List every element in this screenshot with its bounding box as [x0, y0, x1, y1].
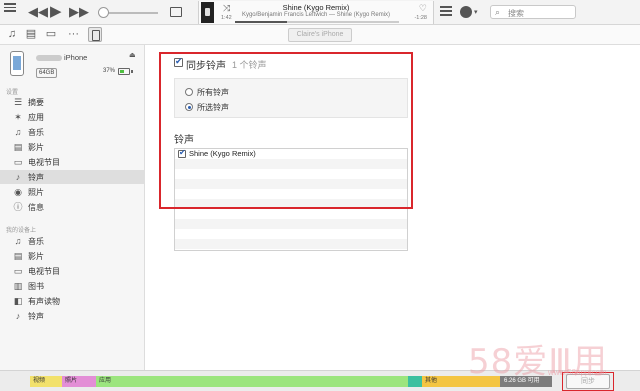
battery-percent: 37% [103, 68, 116, 74]
fast-forward-icon[interactable]: ▶▶ [69, 4, 89, 20]
sidebar-item-label: 有声读物 [28, 297, 60, 306]
sidebar: iPhone ⏏ 64GB 37% 设置 ☰ 摘要 ✶ 应用 ♫ 音乐 ▤ 影片 ▭ 电视节目 ♪ 铃… [0, 45, 145, 370]
table-row [175, 229, 407, 239]
sidebar-item-tv[interactable]: ▭ 电视节目 [0, 264, 145, 278]
music-icon[interactable]: ♫ [6, 29, 18, 40]
bell-icon: ♪ [15, 172, 21, 182]
sidebar-item-bell[interactable]: ♪ 铃声 [0, 309, 145, 323]
sidebar-item-tv[interactable]: ▭ 电视节目 [0, 155, 145, 169]
sidebar-item-music-note[interactable]: ♫ 音乐 [0, 234, 145, 248]
playback-progress[interactable] [235, 21, 399, 23]
sidebar-item-info[interactable]: ⓘ 信息 [0, 200, 145, 214]
sidebar-item-label: 音乐 [28, 237, 44, 246]
main-panel: ✔ 同步铃声 1 个铃声 所有铃声 所选铃声 铃声 ✔ Shine (Kygo R… [146, 45, 640, 370]
sidebar-item-film[interactable]: ▤ 影片 [0, 249, 145, 263]
device-name: iPhone [36, 53, 87, 62]
tv-icon: ▭ [13, 266, 23, 276]
movies-icon[interactable]: ▤ [25, 29, 37, 40]
sidebar-item-label: 图书 [28, 282, 44, 291]
sidebar-item-label: 电视节目 [28, 267, 60, 276]
search-input[interactable]: ⌕ 搜索 [490, 5, 576, 19]
volume-knob[interactable] [98, 7, 109, 18]
camera-icon: ◉ [14, 187, 22, 197]
airplay-icon[interactable] [170, 7, 182, 17]
tv-icon: ▭ [13, 157, 23, 167]
sidebar-item-summary[interactable]: ☰ 摘要 [0, 95, 145, 109]
media-toolbar: ♫ ▤ ▭ ··· Claire's iPhone [0, 25, 640, 45]
device-name-text: iPhone [64, 53, 88, 62]
capacity-segment: 应用 [96, 376, 408, 387]
tv-icon[interactable]: ▭ [45, 29, 57, 40]
capacity-segment [408, 376, 422, 387]
rewind-icon[interactable]: ◀◀ [28, 4, 48, 20]
sidebar-item-label: 铃声 [28, 312, 44, 321]
sidebar-item-bell[interactable]: ♪ 铃声 [0, 170, 145, 184]
sidebar-item-label: 铃声 [28, 173, 44, 182]
capacity-badge: 64GB [36, 68, 58, 78]
audiobook-icon: ◧ [13, 296, 23, 306]
table-row [175, 219, 407, 229]
sidebar-item-film[interactable]: ▤ 影片 [0, 140, 145, 154]
iphone-icon[interactable] [88, 27, 102, 42]
bell-icon: ♪ [15, 311, 21, 321]
sidebar-item-audiobook[interactable]: ◧ 有声读物 [0, 294, 145, 308]
film-icon: ▤ [13, 142, 23, 152]
table-row [175, 209, 407, 219]
sidebar-item-label: 摘要 [28, 98, 44, 107]
annotation-highlight [159, 52, 413, 209]
music-note-icon: ♫ [14, 127, 22, 137]
search-placeholder: 搜索 [508, 9, 524, 18]
playback-progress-fill [235, 21, 288, 23]
info-icon: ⓘ [13, 202, 23, 212]
now-playing-display: ⤨ Shine (Kygo Remix) Kygo/Benjamin Franc… [198, 1, 434, 24]
on-device-section-header: 我的设备上 [6, 228, 37, 234]
sidebar-item-apps[interactable]: ✶ 应用 [0, 110, 145, 124]
eject-icon[interactable]: ⏏ [129, 51, 136, 59]
account-icon[interactable] [460, 6, 472, 18]
redacted-name [36, 55, 62, 62]
elapsed-time: 1:42 [221, 15, 232, 21]
sidebar-item-label: 应用 [28, 113, 44, 122]
battery-icon [118, 68, 130, 75]
sidebar-item-music-note[interactable]: ♫ 音乐 [0, 125, 145, 139]
play-icon[interactable]: ▶ [50, 4, 62, 20]
sidebar-item-label: 照片 [28, 188, 44, 197]
search-icon: ⌕ [495, 7, 501, 17]
sidebar-item-label: 电视节目 [28, 158, 60, 167]
sidebar-item-book[interactable]: ▥ 图书 [0, 279, 145, 293]
sidebar-item-camera[interactable]: ◉ 照片 [0, 185, 145, 199]
film-icon: ▤ [13, 251, 23, 261]
battery-nub [131, 70, 133, 73]
capacity-segment: 视频 [30, 376, 62, 387]
player-bar: ◀◀ ▶ ▶▶ ⤨ Shine (Kygo Remix) Kygo/Benjam… [0, 0, 640, 25]
menu-icon[interactable] [4, 3, 20, 15]
watermark-url: www.58app.com [548, 368, 607, 377]
summary-icon: ☰ [13, 97, 23, 107]
device-name-button[interactable]: Claire's iPhone [288, 28, 352, 42]
more-icon[interactable]: ··· [68, 28, 79, 40]
battery-fill [120, 70, 124, 73]
sidebar-item-label: 信息 [28, 203, 44, 212]
sidebar-item-label: 影片 [28, 252, 44, 261]
capacity-segment: 照片 [62, 376, 96, 387]
remaining-time: -1:28 [414, 15, 427, 21]
sidebar-item-label: 影片 [28, 143, 44, 152]
iphone-thumbnail [10, 51, 24, 76]
sidebar-item-label: 音乐 [28, 128, 44, 137]
book-icon: ▥ [13, 281, 23, 291]
music-note-icon: ♫ [14, 236, 22, 246]
chevron-down-icon[interactable]: ▾ [474, 8, 478, 16]
now-playing-title: Shine (Kygo Remix) [282, 3, 350, 12]
now-playing-subtitle: Kygo/Benjamin Francis Leftwich — Shine (… [241, 12, 391, 18]
up-next-icon[interactable] [440, 6, 452, 18]
table-row [175, 239, 407, 249]
heart-icon[interactable]: ♡ [419, 3, 427, 14]
apps-icon: ✶ [14, 112, 22, 122]
